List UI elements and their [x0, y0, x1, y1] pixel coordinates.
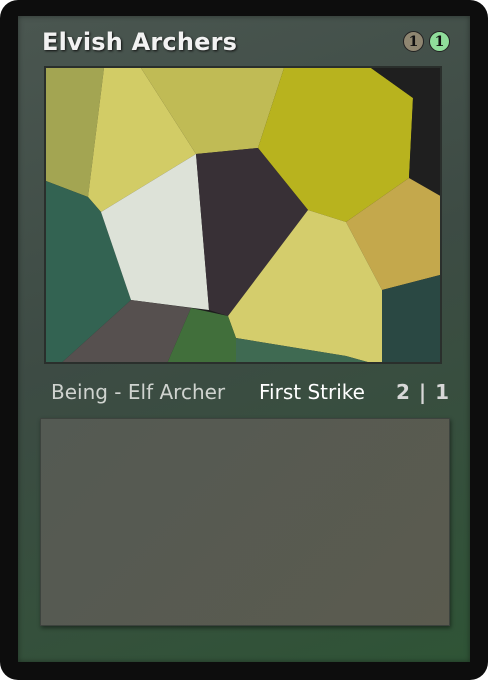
card-type: Being - Elf Archer [51, 380, 226, 404]
mana-cost: 1 1 [403, 31, 450, 53]
rules-text-box [40, 418, 450, 626]
card-art [44, 66, 442, 364]
generic-mana-icon: 1 [403, 31, 424, 52]
power-toughness: 2 | 1 [395, 380, 450, 404]
green-mana-icon: 1 [429, 31, 450, 52]
type-line: Being - Elf Archer First Strike 2 | 1 [40, 374, 450, 410]
card-keyword: First Strike [259, 380, 365, 404]
card-name: Elvish Archers [42, 28, 238, 56]
card-frame: Elvish Archers 1 1 Being - Elf Archer Fi… [0, 0, 488, 680]
polygon-mosaic-art [46, 68, 440, 362]
